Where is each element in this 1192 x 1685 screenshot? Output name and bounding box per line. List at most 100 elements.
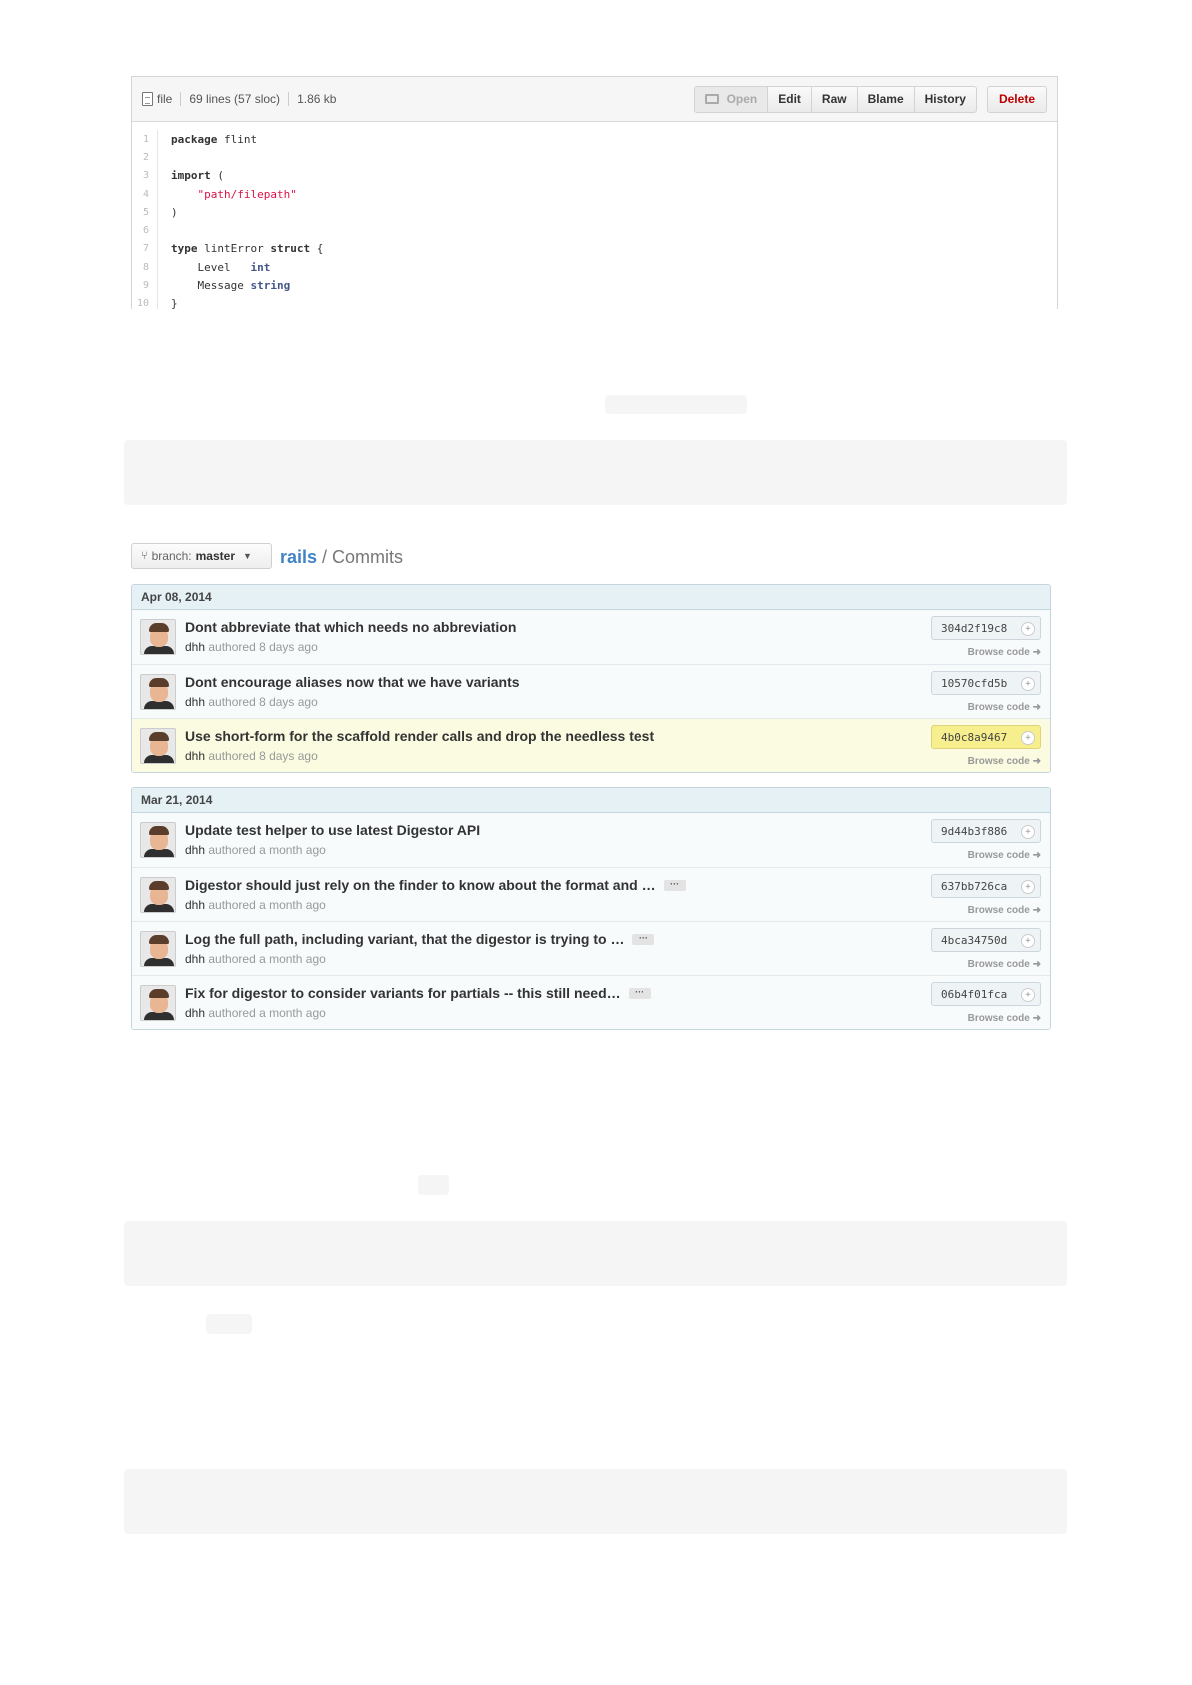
line-number[interactable]: 7 <box>132 239 158 259</box>
copy-sha-icon[interactable]: + <box>1021 677 1035 691</box>
commit-sha-button[interactable]: 4b0c8a9467 + <box>931 725 1041 749</box>
open-button[interactable]: Open <box>694 86 768 112</box>
commit-message-link[interactable]: Fix for digestor to consider variants fo… <box>185 985 621 1001</box>
code-line: 5 ) <box>132 203 1057 222</box>
commit-row: Dont encourage aliases now that we have … <box>132 664 1050 718</box>
code-text: ) <box>171 205 178 219</box>
browse-code-link[interactable]: Browse code ➜ <box>968 850 1041 861</box>
commit-message-link[interactable]: Update test helper to use latest Digesto… <box>185 822 480 838</box>
line-number[interactable]: 5 <box>132 203 158 222</box>
author-link[interactable]: dhh <box>185 640 205 654</box>
browse-code-link[interactable]: Browse code ➜ <box>968 1013 1041 1024</box>
code-line: 2 <box>132 148 1057 167</box>
browse-code-link[interactable]: Browse code ➜ <box>968 959 1041 970</box>
author-link[interactable]: dhh <box>185 695 205 709</box>
line-number[interactable]: 3 <box>132 166 158 185</box>
commit-title: Dont abbreviate that which needs no abbr… <box>185 619 516 635</box>
repo-link[interactable]: rails <box>280 547 317 567</box>
line-number[interactable]: 6 <box>132 221 158 240</box>
commit-title: Update test helper to use latest Digesto… <box>185 822 480 838</box>
commit-title: Fix for digestor to consider variants fo… <box>185 985 651 1001</box>
commit-sha-button[interactable]: 06b4f01fca + <box>931 982 1041 1006</box>
commit-sha-button[interactable]: 9d44b3f886 + <box>931 819 1041 843</box>
expand-message-button[interactable]: ··· <box>628 987 651 999</box>
author-link[interactable]: dhh <box>185 749 205 763</box>
monitor-icon <box>704 94 719 104</box>
avatar[interactable] <box>140 674 176 710</box>
browse-code-link[interactable]: Browse code ➜ <box>968 756 1041 767</box>
author-link[interactable]: dhh <box>185 952 205 966</box>
code-line: 6 <box>132 221 1057 240</box>
branch-name: master <box>195 549 235 563</box>
commit-message-link[interactable]: Dont encourage aliases now that we have … <box>185 674 520 690</box>
code-line: 8 Level int <box>132 258 1057 277</box>
author-link[interactable]: dhh <box>185 843 205 857</box>
commit-meta: dhh authored 8 days ago <box>185 749 318 763</box>
commit-message-link[interactable]: Dont abbreviate that which needs no abbr… <box>185 619 516 635</box>
expand-message-button[interactable]: ··· <box>663 879 686 891</box>
commit-message-link[interactable]: Log the full path, including variant, th… <box>185 931 624 947</box>
author-link[interactable]: dhh <box>185 898 205 912</box>
edit-button[interactable]: Edit <box>767 86 811 112</box>
file-lines: 69 lines (57 sloc) <box>189 92 281 106</box>
commit-time: authored a month ago <box>205 952 326 966</box>
keyword: type <box>171 242 198 256</box>
code-line: 1 package flint <box>132 130 1057 149</box>
avatar[interactable] <box>140 619 176 655</box>
file-label: file <box>157 92 173 106</box>
commit-sha-button[interactable]: 4bca34750d + <box>931 928 1041 952</box>
copy-sha-icon[interactable]: + <box>1021 934 1035 948</box>
commit-date-header: Mar 21, 2014 <box>132 788 1050 813</box>
commit-sha: 304d2f19c8 <box>941 621 1008 635</box>
commit-sha-button[interactable]: 304d2f19c8 + <box>931 616 1041 640</box>
commit-sha: 4b0c8a9467 <box>941 730 1008 744</box>
copy-sha-icon[interactable]: + <box>1021 825 1035 839</box>
code-line: 7 type lintError struct { <box>132 239 1057 259</box>
code-text: Level int <box>158 260 271 274</box>
type-name: int <box>250 260 271 274</box>
line-number[interactable]: 2 <box>132 148 158 167</box>
browse-code-link[interactable]: Browse code ➜ <box>968 702 1041 713</box>
avatar[interactable] <box>140 728 176 764</box>
open-label: Open <box>726 92 758 106</box>
commit-sha-button[interactable]: 637bb726ca + <box>931 874 1041 898</box>
author-link[interactable]: dhh <box>185 1006 205 1020</box>
avatar[interactable] <box>140 822 176 858</box>
copy-sha-icon[interactable]: + <box>1021 880 1035 894</box>
copy-sha-icon[interactable]: + <box>1021 731 1035 745</box>
expand-message-button[interactable]: ··· <box>632 933 655 945</box>
placeholder-block <box>206 1314 252 1334</box>
commit-message-link[interactable]: Use short-form for the scaffold render c… <box>185 728 654 744</box>
code-view: 1 package flint 2 3 import ( 4 "path/fil… <box>132 122 1057 309</box>
commit-group: Mar 21, 2014 Update test helper to use l… <box>131 787 1051 1030</box>
blame-button[interactable]: Blame <box>856 86 914 112</box>
delete-button[interactable]: Delete <box>986 85 1047 113</box>
line-number[interactable]: 1 <box>132 130 158 149</box>
placeholder-block <box>124 1469 1067 1534</box>
file-info: file 69 lines (57 sloc) 1.86 kb <box>142 92 336 106</box>
avatar[interactable] <box>140 877 176 913</box>
line-number[interactable]: 4 <box>132 184 158 204</box>
avatar[interactable] <box>140 985 176 1021</box>
commit-meta: dhh authored a month ago <box>185 843 326 857</box>
line-number[interactable]: 9 <box>132 276 158 295</box>
commit-group: Apr 08, 2014 Dont abbreviate that which … <box>131 584 1051 773</box>
commit-message-link[interactable]: Digestor should just rely on the finder … <box>185 877 656 893</box>
raw-button[interactable]: Raw <box>810 86 857 112</box>
placeholder-block <box>605 395 747 414</box>
copy-sha-icon[interactable]: + <box>1021 622 1035 636</box>
file-button-group: Open Edit Raw Blame History <box>693 85 977 113</box>
file-icon <box>142 92 153 106</box>
line-number[interactable]: 10 <box>132 294 158 309</box>
code-text: } <box>171 297 178 309</box>
copy-sha-icon[interactable]: + <box>1021 988 1035 1002</box>
commit-row: Fix for digestor to consider variants fo… <box>132 975 1050 1029</box>
branch-selector[interactable]: ⑂ branch: master ▼ <box>131 543 272 569</box>
avatar[interactable] <box>140 931 176 967</box>
line-number[interactable]: 8 <box>132 258 158 277</box>
history-button[interactable]: History <box>913 86 976 112</box>
browse-code-link[interactable]: Browse code ➜ <box>968 647 1041 658</box>
browse-code-link[interactable]: Browse code ➜ <box>968 905 1041 916</box>
commit-sha: 4bca34750d <box>941 933 1008 947</box>
commit-sha-button[interactable]: 10570cfd5b + <box>931 671 1041 695</box>
